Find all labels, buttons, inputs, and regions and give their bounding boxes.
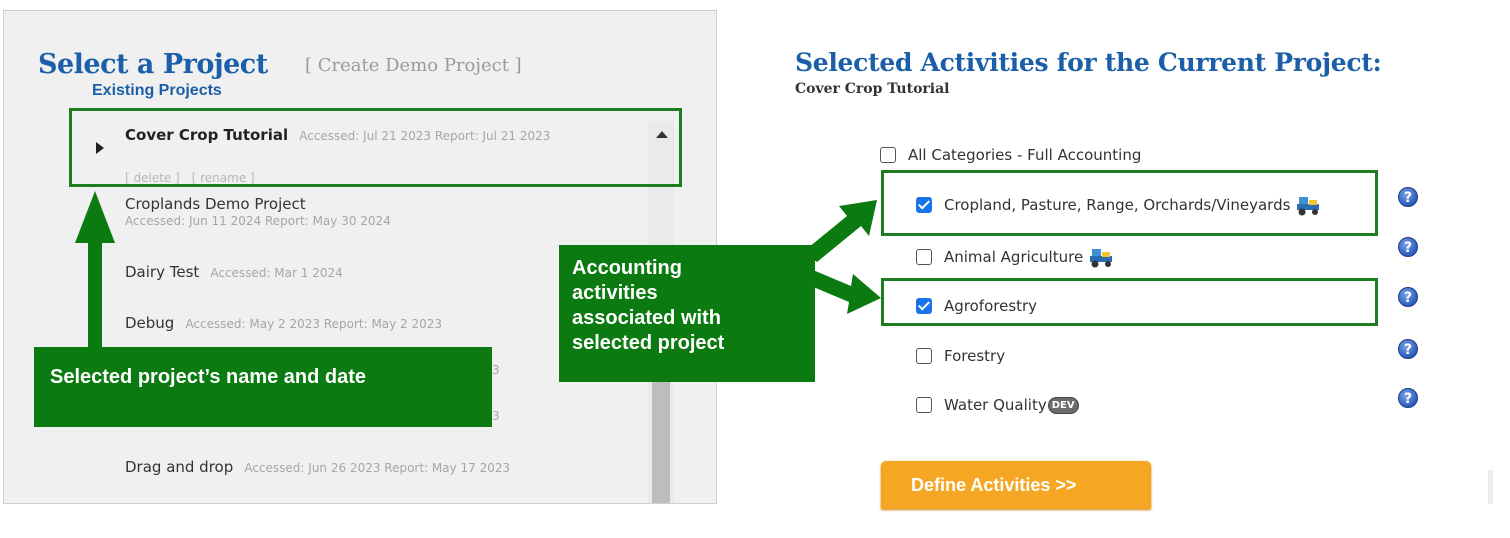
up-arrow-annotation <box>75 191 115 351</box>
project-name: Drag and drop <box>125 458 234 476</box>
category-label: Cropland, Pasture, Range, Orchards/Viney… <box>944 196 1291 214</box>
current-project-name: Cover Crop Tutorial <box>795 81 950 97</box>
tractor-icon <box>1090 249 1113 268</box>
obscured-project-meta: 3 <box>492 363 500 377</box>
category-forestry[interactable]: Forestry <box>916 347 1005 365</box>
category-water-quality[interactable]: Water Quality DEV <box>916 396 1079 414</box>
checkbox-all-categories[interactable] <box>880 147 896 163</box>
project-name: Croplands Demo Project <box>125 195 306 213</box>
help-icon[interactable]: ? <box>1398 287 1418 307</box>
create-demo-project-link[interactable]: [ Create Demo Project ] <box>305 55 522 76</box>
checkbox-water-quality[interactable] <box>916 397 932 413</box>
project-item-debug[interactable]: Debug Accessed: May 2 2023 Report: May 2… <box>125 313 442 332</box>
select-project-title: Select a Project <box>38 49 268 80</box>
help-icon[interactable]: ? <box>1398 339 1418 359</box>
category-label: All Categories - Full Accounting <box>908 146 1142 164</box>
callout-line: activities <box>572 282 658 304</box>
tractor-icon <box>1297 197 1320 216</box>
help-icon[interactable]: ? <box>1398 237 1418 257</box>
category-label: Agroforestry <box>944 297 1038 315</box>
dev-badge: DEV <box>1047 396 1079 414</box>
callout-line: selected project <box>572 332 725 354</box>
checkbox-animal-agriculture[interactable] <box>916 249 932 265</box>
checkbox-forestry[interactable] <box>916 348 932 364</box>
selected-project-highlight <box>69 108 682 187</box>
selected-activities-title: Selected Activities for the Current Proj… <box>795 48 1382 77</box>
help-icon[interactable]: ? <box>1398 388 1418 408</box>
accounting-activities-callout: Accounting activities associated with se… <box>559 245 815 382</box>
project-item-dairy-test[interactable]: Dairy Test Accessed: Mar 1 2024 <box>125 262 343 281</box>
callout-line: Accounting <box>572 257 682 279</box>
project-meta: Accessed: Jun 11 2024 Report: May 30 202… <box>125 214 391 228</box>
category-label: Forestry <box>944 347 1006 365</box>
project-meta: Accessed: May 2 2023 Report: May 2 2023 <box>185 317 443 331</box>
selected-project-callout: Selected project’s name and date <box>34 347 492 427</box>
panel-edge <box>1488 470 1493 504</box>
project-item-croplands-demo[interactable]: Croplands Demo Project Accessed: Jun 11 … <box>125 194 391 228</box>
define-activities-button[interactable]: Define Activities >> <box>881 461 1151 509</box>
callout-line: associated with <box>572 307 721 329</box>
checkbox-agroforestry[interactable] <box>916 298 932 314</box>
category-label: Animal Agriculture <box>944 248 1084 266</box>
project-name: Debug <box>125 314 175 332</box>
category-animal-agriculture[interactable]: Animal Agriculture <box>916 246 1114 268</box>
obscured-project-meta: 3 <box>492 409 500 423</box>
category-all[interactable]: All Categories - Full Accounting <box>880 146 1141 164</box>
checkbox-cropland[interactable] <box>916 197 932 213</box>
help-icon[interactable]: ? <box>1398 187 1418 207</box>
project-name: Dairy Test <box>125 263 200 281</box>
category-label: Water Quality <box>944 396 1047 414</box>
category-cropland[interactable]: Cropland, Pasture, Range, Orchards/Viney… <box>916 194 1321 216</box>
existing-projects-heading: Existing Projects <box>92 82 222 99</box>
project-meta: Accessed: Jun 26 2023 Report: May 17 202… <box>244 461 511 475</box>
project-meta: Accessed: Mar 1 2024 <box>210 266 343 280</box>
project-item-drag-and-drop[interactable]: Drag and drop Accessed: Jun 26 2023 Repo… <box>125 457 510 476</box>
category-agroforestry[interactable]: Agroforestry <box>916 297 1037 315</box>
